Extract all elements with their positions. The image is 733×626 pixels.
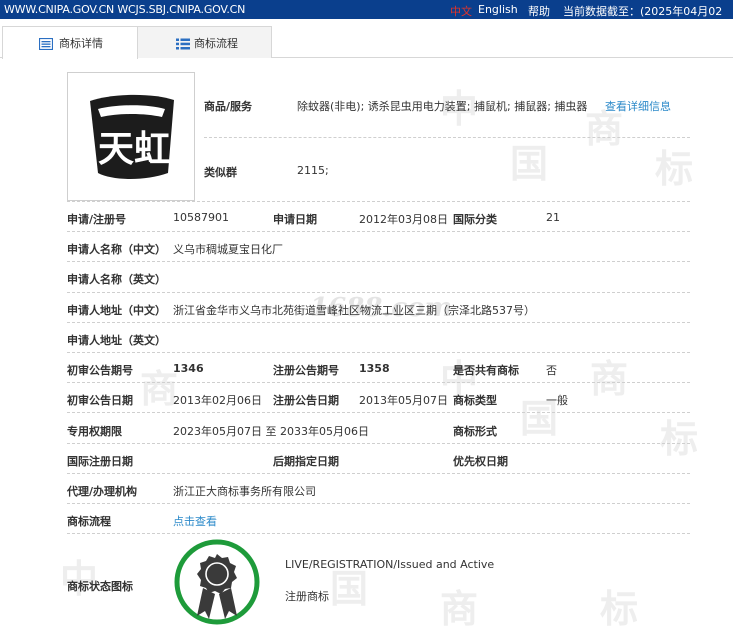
prelim-issue-value: 1346 (173, 362, 204, 375)
divider (67, 322, 690, 323)
agent-label: 代理/办理机构 (67, 485, 138, 498)
intl-class-label: 国际分类 (453, 213, 497, 226)
divider (67, 231, 690, 232)
reg-issue-value: 1358 (359, 362, 390, 375)
address-cn-label: 申请人地址（中文） (67, 304, 166, 317)
lang-english-link[interactable]: English (478, 3, 518, 16)
registered-status-icon (174, 539, 260, 625)
status-cn-text: 注册商标 (285, 590, 329, 603)
divider (67, 533, 690, 534)
watermark-char: 国 (510, 141, 549, 186)
status-en-text: LIVE/REGISTRATION/Issued and Active (285, 558, 495, 571)
divider (67, 201, 690, 202)
prelim-date-label: 初审公告日期 (67, 394, 133, 407)
goods-value: 除蚊器(非电); 诱杀昆虫用电力装置; 捕鼠机; 捕鼠器; 捕虫器 (297, 100, 588, 113)
trademark-logo-image: 天虹 (90, 94, 174, 179)
trademark-detail-panel: 中 国 商 标 中 国 商 标 商 中 国 商 标 1688.com 天虹 商品… (0, 58, 733, 626)
tab-trademark-flow[interactable]: 商标流程 (137, 26, 272, 58)
goods-more-link[interactable]: 查看详细信息 (605, 98, 671, 114)
watermark-char: 标 (600, 586, 639, 626)
tm-form-label: 商标形式 (453, 425, 497, 438)
reg-date-label: 注册公告日期 (273, 394, 339, 407)
status-label: 商标状态图标 (67, 580, 133, 593)
similar-group-label: 类似群 (204, 166, 237, 179)
flow-label: 商标流程 (67, 515, 111, 528)
reg-no-value: 10587901 (173, 211, 229, 224)
app-date-value: 2012年03月08日 (359, 213, 448, 226)
applicant-cn-label: 申请人名称（中文） (67, 243, 166, 256)
applicant-cn-value: 义乌市稠城夏宝日化厂 (173, 243, 283, 256)
address-en-label: 申请人地址（英文） (67, 334, 166, 347)
app-date-label: 申请日期 (273, 213, 317, 226)
watermark-char: 标 (655, 146, 694, 191)
watermark-char: 商 (590, 356, 629, 401)
similar-group-value: 2115; (297, 164, 329, 177)
shared-label: 是否共有商标 (453, 364, 519, 377)
prelim-issue-label: 初审公告期号 (67, 364, 133, 377)
watermark-char: 标 (660, 416, 699, 461)
logo-brand-text: 天虹 (98, 129, 170, 170)
divider (67, 261, 690, 262)
intl-class-value: 21 (546, 211, 560, 224)
exclusive-value: 2023年05月07日 至 2033年05月06日 (173, 425, 369, 438)
divider (67, 412, 690, 413)
divider (67, 352, 690, 353)
later-date-label: 后期指定日期 (273, 455, 339, 468)
help-link[interactable]: 帮助 (528, 3, 550, 19)
reg-date-value: 2013年05月07日 (359, 394, 448, 407)
goods-label: 商品/服务 (204, 100, 253, 113)
reg-issue-label: 注册公告期号 (273, 364, 339, 377)
lang-chinese-link[interactable]: 中文 (450, 3, 472, 19)
applicant-en-label: 申请人名称（英文） (67, 273, 166, 286)
tm-type-label: 商标类型 (453, 394, 497, 407)
tm-type-value: 一般 (546, 394, 568, 407)
list-flow-icon (176, 38, 190, 50)
address-cn-value: 浙江省金华市义乌市北苑街道雪峰社区物流工业区三期（宗泽北路537号） (173, 304, 535, 317)
site-url: WWW.CNIPA.GOV.CN WCJS.SBJ.CNIPA.GOV.CN (4, 3, 246, 16)
top-bar: WWW.CNIPA.GOV.CN WCJS.SBJ.CNIPA.GOV.CN 中… (0, 0, 733, 34)
shared-value: 否 (546, 364, 557, 377)
trademark-logo: 天虹 (67, 72, 195, 201)
intl-reg-date-label: 国际注册日期 (67, 455, 133, 468)
watermark-char: 商 (440, 586, 479, 626)
divider (204, 137, 690, 138)
tab-label: 商标详情 (59, 37, 103, 50)
tab-bar: 商标详情 商标流程 (0, 26, 733, 59)
list-detail-icon (39, 38, 53, 50)
watermark-char: 中 (60, 556, 99, 601)
divider (67, 292, 690, 293)
divider (67, 503, 690, 504)
agent-value: 浙江正大商标事务所有限公司 (173, 485, 316, 498)
divider (67, 382, 690, 383)
divider (67, 443, 690, 444)
exclusive-label: 专用权期限 (67, 425, 122, 438)
flow-link[interactable]: 点击查看 (173, 513, 217, 529)
tab-trademark-detail[interactable]: 商标详情 (2, 26, 138, 59)
prelim-date-value: 2013年02月06日 (173, 394, 262, 407)
divider (67, 473, 690, 474)
tab-label: 商标流程 (194, 36, 238, 50)
reg-no-label: 申请/注册号 (67, 213, 127, 226)
priority-label: 优先权日期 (453, 455, 508, 468)
